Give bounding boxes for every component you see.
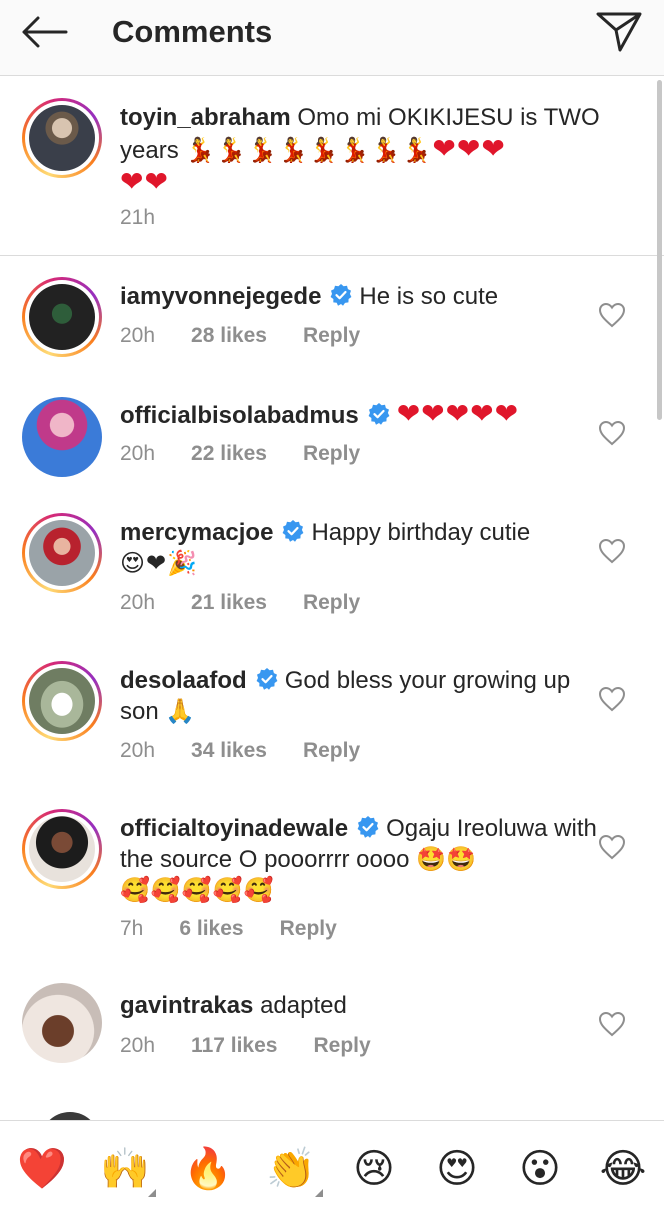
comment-body: ❤❤❤❤❤ bbox=[396, 398, 520, 429]
dancer-emojis: 💃💃💃💃💃💃💃💃 bbox=[185, 136, 433, 164]
comment-username[interactable]: officialtoyinadewale bbox=[120, 815, 348, 842]
send-direct-icon[interactable] bbox=[594, 10, 644, 54]
avatar[interactable] bbox=[22, 661, 102, 741]
comment-meta: 20h 22 likes Reply bbox=[120, 442, 360, 466]
comment-body: adapted bbox=[260, 992, 347, 1019]
comment-emojis: 🥰🥰🥰🥰🥰 bbox=[120, 876, 275, 904]
comment-time: 20h bbox=[120, 324, 156, 347]
avatar[interactable] bbox=[22, 513, 102, 593]
like-heart-icon[interactable] bbox=[598, 302, 626, 328]
reply-button[interactable]: Reply bbox=[303, 591, 360, 615]
caption-hearts-line2: ❤❤ bbox=[120, 166, 169, 197]
like-heart-icon[interactable] bbox=[598, 420, 626, 446]
reply-button[interactable]: Reply bbox=[303, 442, 360, 466]
comment-meta: 20h 34 likes Reply bbox=[120, 739, 360, 763]
caption-text: toyin_abraham Omo mi OKIKIJESU is TWO ye… bbox=[120, 102, 600, 199]
page-title: Comments bbox=[112, 14, 273, 49]
avatar[interactable] bbox=[22, 983, 102, 1063]
comment-username[interactable]: desolaafod bbox=[120, 667, 247, 694]
like-count[interactable]: 22 likes bbox=[191, 442, 267, 466]
surprised-face-emoji-icon[interactable]: 😮 bbox=[514, 1143, 566, 1195]
comment-meta: 20h 28 likes Reply bbox=[120, 324, 360, 348]
comment-body: He is so cute bbox=[359, 283, 499, 310]
comment-text: officialtoyinadewale Ogaju Ireoluwa with … bbox=[120, 813, 600, 906]
verified-badge-icon bbox=[283, 520, 304, 542]
comment-username[interactable]: iamyvonnejegede bbox=[120, 283, 321, 310]
comment-time: 20h bbox=[120, 442, 156, 465]
next-comment-partial bbox=[0, 1100, 664, 1120]
like-heart-icon[interactable] bbox=[598, 834, 626, 860]
scrollbar[interactable] bbox=[657, 80, 662, 420]
reply-button[interactable]: Reply bbox=[280, 917, 337, 941]
comment-text: desolaafod God bless your growing up son … bbox=[120, 665, 600, 727]
comment-time: 20h bbox=[120, 1034, 156, 1057]
fire-emoji-icon[interactable]: 🔥 bbox=[182, 1143, 234, 1195]
like-heart-icon[interactable] bbox=[598, 686, 626, 712]
comment-body: Happy birthday cutie bbox=[311, 519, 531, 546]
comment-time: 20h bbox=[120, 591, 156, 614]
like-count[interactable]: 6 likes bbox=[179, 917, 243, 941]
caption-time: 21h bbox=[120, 206, 156, 229]
clapping-hands-emoji-icon[interactable]: 👏 bbox=[265, 1143, 317, 1195]
comment-username[interactable]: mercymacjoe bbox=[120, 519, 273, 546]
top-bar: Comments bbox=[0, 0, 664, 76]
like-count[interactable]: 21 likes bbox=[191, 591, 267, 615]
like-count[interactable]: 34 likes bbox=[191, 739, 267, 763]
comment-text: officialbisolabadmus ❤❤❤❤❤ bbox=[120, 398, 600, 431]
reply-button[interactable]: Reply bbox=[303, 324, 360, 348]
back-arrow-icon[interactable] bbox=[18, 12, 70, 52]
comment-time: 7h bbox=[120, 917, 144, 940]
comment-text: gavintrakas adapted bbox=[120, 990, 600, 1021]
caption-hearts: ❤❤❤ bbox=[432, 133, 506, 164]
comment-emojis: 😍❤🎉 bbox=[120, 549, 199, 577]
verified-badge-icon bbox=[368, 403, 390, 425]
quick-emoji-bar: ❤️ 🙌 🔥 👏 😢 😍 😮 😂 bbox=[0, 1120, 664, 1221]
comment-text: mercymacjoe Happy birthday cutie 😍❤🎉 bbox=[120, 517, 600, 579]
skin-tone-indicator-icon bbox=[315, 1189, 323, 1197]
verified-badge-icon bbox=[357, 816, 379, 838]
like-count[interactable]: 28 likes bbox=[191, 324, 267, 348]
avatar[interactable] bbox=[22, 277, 102, 357]
comment-text: iamyvonnejegede He is so cute bbox=[120, 281, 600, 312]
comment-username[interactable]: officialbisolabadmus bbox=[120, 402, 359, 429]
comment-username[interactable]: gavintrakas bbox=[120, 992, 253, 1019]
avatar bbox=[40, 1112, 100, 1120]
caption-username[interactable]: toyin_abraham bbox=[120, 104, 291, 131]
caption-meta: 21h bbox=[120, 206, 155, 230]
comment-meta: 20h 117 likes Reply bbox=[120, 1034, 371, 1058]
comment-meta: 7h 6 likes Reply bbox=[120, 917, 337, 941]
raising-hands-emoji-icon[interactable]: 🙌 bbox=[99, 1143, 151, 1195]
heart-eyes-emoji-icon[interactable]: 😍 bbox=[431, 1143, 483, 1195]
reply-button[interactable]: Reply bbox=[303, 739, 360, 763]
red-heart-emoji-icon[interactable]: ❤️ bbox=[16, 1143, 68, 1195]
avatar[interactable] bbox=[22, 397, 102, 477]
avatar[interactable] bbox=[22, 98, 102, 178]
comment-meta: 20h 21 likes Reply bbox=[120, 591, 360, 615]
avatar[interactable] bbox=[22, 809, 102, 889]
like-heart-icon[interactable] bbox=[598, 538, 626, 564]
tears-of-joy-emoji-icon[interactable]: 😂 bbox=[597, 1143, 649, 1195]
skin-tone-indicator-icon bbox=[148, 1189, 156, 1197]
reply-button[interactable]: Reply bbox=[313, 1034, 370, 1058]
verified-badge-icon bbox=[331, 284, 352, 306]
crying-face-emoji-icon[interactable]: 😢 bbox=[348, 1143, 400, 1195]
like-count[interactable]: 117 likes bbox=[191, 1034, 277, 1058]
verified-badge-icon bbox=[256, 668, 278, 690]
like-heart-icon[interactable] bbox=[598, 1011, 626, 1037]
comment-time: 20h bbox=[120, 739, 156, 762]
post-caption: toyin_abraham Omo mi OKIKIJESU is TWO ye… bbox=[0, 76, 664, 256]
